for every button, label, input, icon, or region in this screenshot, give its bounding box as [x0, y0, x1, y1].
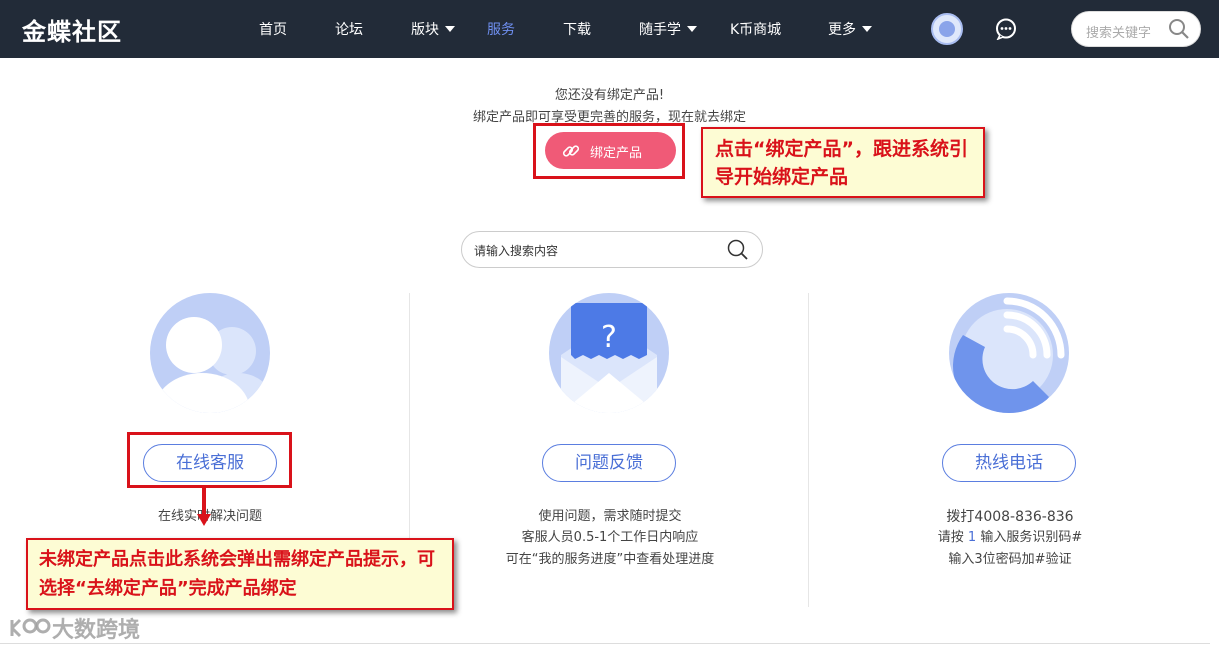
watermark: 大数跨境: [8, 612, 140, 644]
footer-divider: [0, 643, 1210, 644]
watermark-logo-icon: [10, 618, 51, 638]
annotation-callout-online-service: 未绑定产品点击此系统会弹出需绑定产品提示，可选择“去绑定产品”完成产品绑定: [26, 538, 454, 610]
highlight-box-bind: [533, 123, 685, 179]
search-icon[interactable]: [727, 239, 749, 261]
nav-forum[interactable]: 论坛: [335, 19, 363, 39]
online-service-illustration: [150, 293, 270, 413]
envelope-question-icon: ?: [561, 303, 657, 413]
hotline-desc-2: 请按 1 输入服务识别码#: [860, 527, 1160, 549]
avatar-image: [939, 21, 955, 37]
feedback-button[interactable]: 问题反馈: [542, 444, 676, 482]
nav-learn[interactable]: 随手学: [639, 19, 697, 39]
nav-sections[interactable]: 版块: [411, 19, 455, 39]
nav-kcoin-mall[interactable]: K币商城: [730, 19, 781, 39]
svg-text:?: ?: [601, 320, 617, 355]
nav-download[interactable]: 下载: [563, 19, 591, 39]
hotline-illustration: [949, 293, 1069, 413]
nav-home[interactable]: 首页: [259, 19, 287, 39]
nav-learn-label: 随手学: [639, 22, 681, 38]
search-icon[interactable]: [1168, 18, 1190, 40]
feedback-desc-2: 客服人员0.5-1个工作日内响应: [521, 530, 699, 545]
hotline-button[interactable]: 热线电话: [942, 444, 1076, 482]
header-search-box[interactable]: 搜索关键字: [1071, 11, 1201, 47]
nav-service[interactable]: 服务: [487, 19, 515, 39]
hotline-desc-3: 输入3位密码加#验证: [948, 552, 1072, 567]
chevron-down-icon: [687, 26, 697, 32]
nav-more[interactable]: 更多: [828, 19, 872, 39]
header-search-input[interactable]: 搜索关键字: [1086, 22, 1151, 41]
column-divider: [808, 293, 809, 607]
feedback-desc-3: 可在“我的服务进度”中查看处理进度: [505, 552, 715, 567]
site-logo[interactable]: 金蝶社区: [22, 12, 122, 47]
chevron-down-icon: [445, 26, 455, 32]
main-search-input[interactable]: 请输入搜索内容: [474, 242, 558, 259]
message-icon[interactable]: [995, 18, 1017, 40]
user-avatar[interactable]: [931, 13, 963, 45]
nav-more-label: 更多: [828, 22, 856, 38]
hotline-desc-suffix: 输入服务识别码#: [976, 530, 1083, 545]
highlight-box-online-service: [127, 432, 292, 488]
annotation-callout-bind: 点击“绑定产品”，跟进系统引导开始绑定产品: [701, 127, 985, 198]
main-search-box[interactable]: 请输入搜索内容: [461, 231, 763, 268]
feedback-desc-1: 使用问题，需求随时提交: [538, 509, 682, 524]
user-group-icon: [154, 317, 270, 413]
feedback-illustration: ?: [549, 293, 669, 413]
top-nav-bar: 金蝶社区 首页 论坛 版块 服务 下载 随手学 K币商城 更多 搜索关键字: [0, 0, 1219, 58]
hotline-desc-prefix: 请按: [937, 530, 968, 545]
hotline-desc-1: 拨打4008-836-836: [946, 509, 1074, 525]
annotation-arrow: [197, 488, 211, 526]
no-product-message: 您还没有绑定产品!: [554, 88, 665, 103]
chevron-down-icon: [862, 26, 872, 32]
watermark-text: 大数跨境: [52, 618, 141, 643]
phone-icon: [953, 297, 1065, 413]
hotline-key: 1: [967, 530, 977, 545]
nav-sections-label: 版块: [411, 22, 439, 38]
